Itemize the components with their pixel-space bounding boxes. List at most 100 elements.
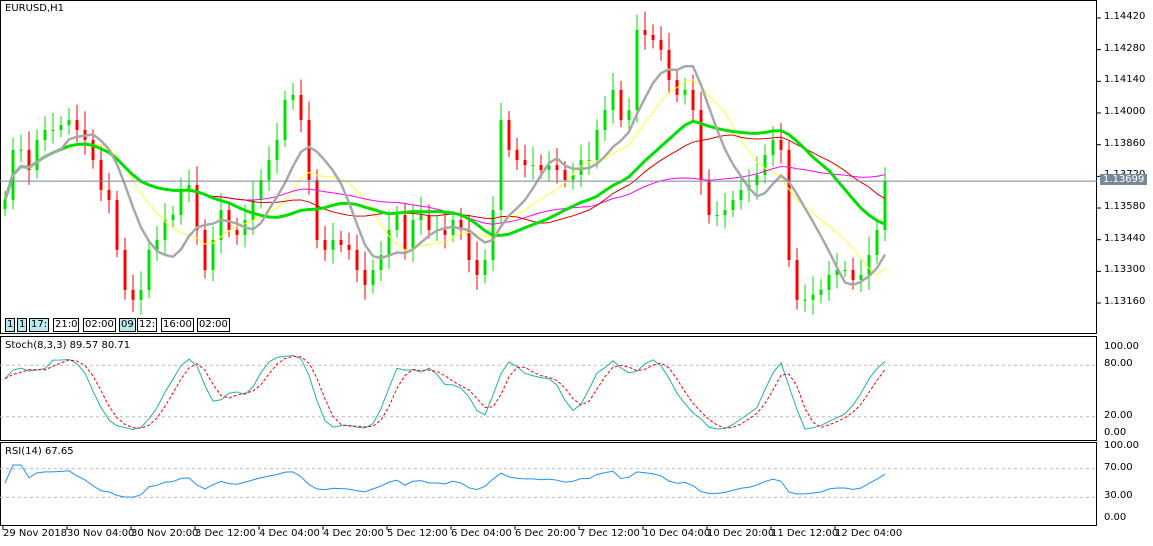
stoch-tick-label: 80.00: [1104, 358, 1133, 370]
candle-body: [699, 110, 703, 180]
candle-body: [875, 229, 879, 256]
candle-body: [43, 129, 47, 140]
time-tick-label: 4 Dec 20:00: [323, 528, 384, 539]
time-tag: 17:: [29, 318, 50, 332]
time-tag: 12:: [137, 318, 158, 332]
candle-body: [171, 215, 175, 221]
rsi-tick-label: 0.00: [1104, 512, 1127, 523]
price-tick-label: 1.13580: [1104, 201, 1146, 213]
candle-body: [819, 289, 823, 295]
stoch-tick-label: 100.00: [1104, 341, 1139, 352]
candle-body: [483, 260, 487, 275]
candle-body: [331, 239, 335, 250]
candle-body: [787, 149, 791, 261]
candle-body: [731, 199, 735, 211]
candle-body: [147, 249, 151, 290]
candle-body: [635, 29, 639, 111]
rsi-pane-border: [0, 442, 1097, 526]
candle-body: [651, 34, 655, 40]
candle-body: [131, 289, 135, 300]
time-tick-label: 5 Dec 12:00: [387, 528, 448, 539]
candle-body: [371, 270, 375, 285]
candle-body: [267, 160, 271, 180]
candle-body: [659, 39, 663, 50]
candle-body: [323, 239, 327, 250]
candle-body: [139, 289, 143, 300]
time-tag: 02:00: [83, 318, 116, 332]
time-tick-label: 30 Nov 04:00: [67, 528, 135, 539]
time-tick-label: 10 Dec 20:00: [707, 528, 775, 539]
ma-gray-line: [3, 64, 887, 287]
candle-body: [795, 260, 799, 300]
stoch-signal-line: [4, 355, 886, 429]
candle-body: [859, 274, 863, 280]
stoch-main-line: [4, 355, 886, 431]
time-tag: 09: [119, 318, 136, 332]
time-tick-label: 6 Dec 20:00: [515, 528, 576, 539]
time-tag: 1: [5, 318, 16, 332]
candle-body: [627, 110, 631, 121]
candle-body: [427, 215, 431, 230]
time-tag: 21:0: [53, 318, 80, 332]
candle-body: [811, 294, 815, 300]
candle-body: [51, 129, 55, 131]
candle-body: [715, 215, 719, 217]
candle-body: [3, 199, 7, 209]
candle-body: [275, 139, 279, 161]
candle-body: [347, 244, 351, 250]
chart-window: EURUSD,H1 Stoch(8,3,3) 89.57 80.71 RSI(1…: [0, 0, 1153, 546]
candle-body: [843, 270, 847, 272]
time-tick-label: 30 Nov 20:00: [131, 528, 199, 539]
time-tick-label: 10 Dec 04:00: [643, 528, 711, 539]
candle-body: [603, 110, 607, 130]
time-tag: 16:00: [161, 318, 194, 332]
candle-body: [595, 129, 599, 161]
candle-body: [443, 229, 447, 235]
candle-body: [179, 189, 183, 216]
candle-body: [619, 89, 623, 121]
candle-body: [211, 239, 215, 271]
candle-body: [587, 160, 591, 162]
candle-body: [75, 120, 79, 130]
candle-body: [283, 99, 287, 140]
candle-body: [299, 94, 303, 121]
time-tick-label: 12 Dec 04:00: [835, 528, 903, 539]
candle-body: [507, 120, 511, 150]
candle-body: [667, 49, 671, 80]
time-tick-label: 11 Dec 12:00: [771, 528, 839, 539]
time-tick-label: 3 Dec 12:00: [195, 528, 256, 539]
candle-body: [235, 229, 239, 235]
candle-body: [203, 229, 207, 271]
candle-body: [523, 160, 527, 166]
chart-canvas[interactable]: [0, 0, 1153, 546]
candle-body: [531, 165, 535, 167]
candle-body: [387, 229, 391, 256]
candle-body: [611, 89, 615, 111]
candle-body: [403, 215, 407, 250]
price-tick-label: 1.13440: [1104, 232, 1146, 244]
rsi-line: [4, 464, 886, 498]
candle-body: [339, 239, 343, 245]
candle-body: [803, 299, 807, 301]
candle-body: [67, 120, 71, 125]
candle-body: [643, 29, 647, 35]
candle-body: [475, 260, 479, 275]
candle-body: [563, 170, 567, 180]
candle-body: [91, 139, 95, 161]
candle-body: [123, 249, 127, 290]
candle-body: [35, 139, 39, 171]
candle-body: [555, 165, 559, 171]
candle-body: [363, 270, 367, 285]
stoch-tick-label: 0.00: [1104, 427, 1127, 438]
rsi-tick-label: 30.00: [1104, 490, 1133, 502]
candle-body: [539, 165, 543, 171]
candle-body: [683, 89, 687, 95]
candle-body: [867, 255, 871, 275]
candle-body: [499, 120, 503, 211]
price-tick-label: 1.14000: [1104, 106, 1146, 117]
stoch-pane-border: [0, 336, 1097, 441]
candle-body: [707, 179, 711, 216]
time-tick-label: 6 Dec 04:00: [451, 528, 512, 539]
stoch-tick-label: 20.00: [1104, 409, 1133, 421]
price-tick-label: 1.14280: [1104, 42, 1146, 54]
